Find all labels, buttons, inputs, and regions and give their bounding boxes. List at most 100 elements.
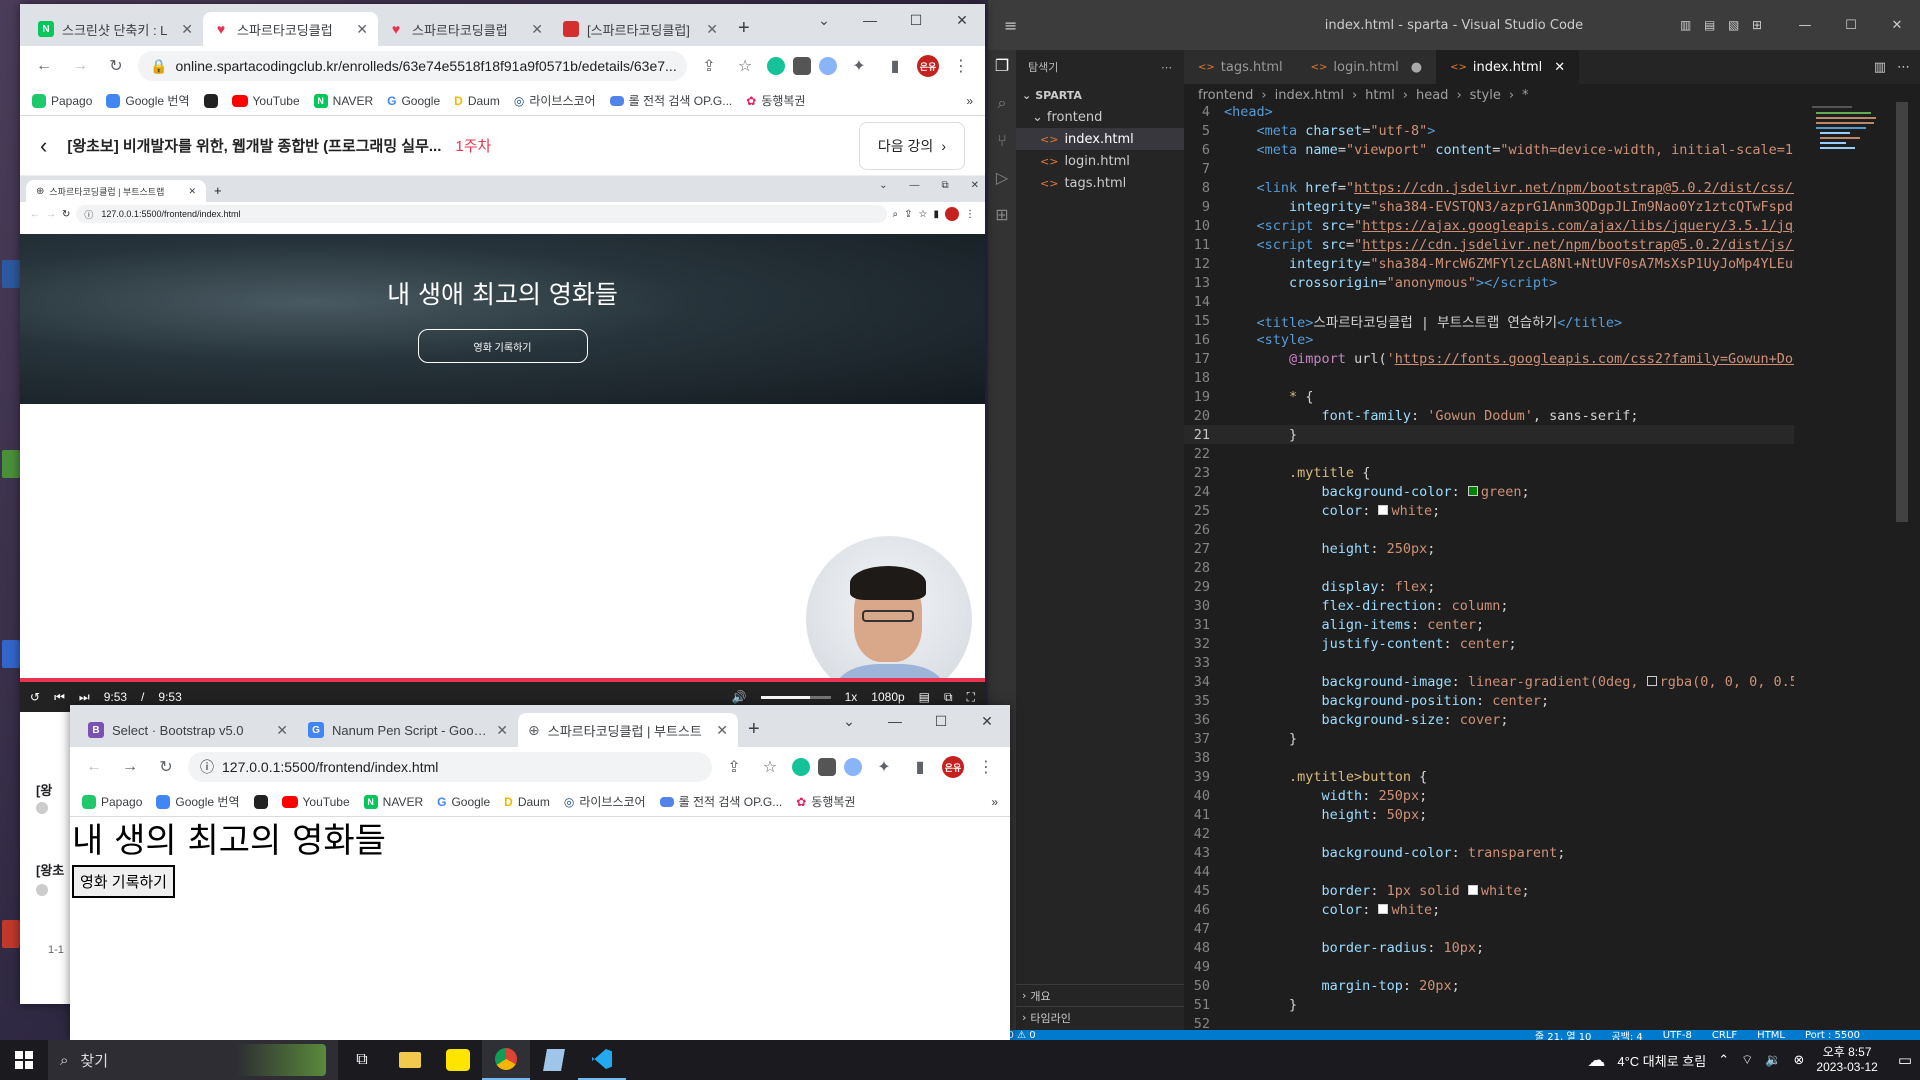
chrome-taskbar-icon[interactable]	[482, 1040, 530, 1080]
bookmark-livescore[interactable]: ◎ 라이브스코어	[514, 92, 596, 109]
next-lecture-button[interactable]: 다음 강의 ›	[858, 122, 965, 170]
extension-icon[interactable]	[844, 758, 862, 776]
code-line[interactable]: 27 height: 250px;	[1184, 539, 1794, 558]
kakaotalk-icon[interactable]	[434, 1049, 482, 1071]
code-line[interactable]: 30 flex-direction: column;	[1184, 596, 1794, 615]
network-icon[interactable]: ⌔	[1741, 1052, 1753, 1068]
bookmark-opgg[interactable]: 롤 전적 검색 OP.G...	[659, 793, 782, 810]
share-icon[interactable]: ⇪	[695, 52, 723, 80]
bookmark-unnamed[interactable]	[253, 794, 268, 809]
ime-icon[interactable]: ⊗	[1794, 1052, 1805, 1068]
tab-search-icon[interactable]: ⌄	[801, 4, 847, 36]
language-status[interactable]: HTML	[1757, 1030, 1785, 1040]
code-line[interactable]: 11 <script src="https://cdn.jsdelivr.net…	[1184, 235, 1794, 254]
kebab-menu-icon[interactable]: ⋮	[947, 52, 975, 80]
profile-avatar[interactable]: 은유	[917, 55, 939, 77]
sidepanel-icon[interactable]: ▮	[881, 52, 909, 80]
code-line[interactable]: 19 * {	[1184, 387, 1794, 406]
reload-icon[interactable]: ↻	[102, 52, 130, 80]
grammarly-icon[interactable]	[792, 758, 810, 776]
back-arrow-icon[interactable]: ‹	[40, 133, 47, 159]
bookmark-youtube[interactable]: YouTube	[231, 94, 300, 108]
run-debug-icon[interactable]: ▷	[988, 168, 1016, 187]
volume-icon[interactable]: 🔉	[1765, 1052, 1781, 1068]
task-view-icon[interactable]: ⧉	[338, 1051, 386, 1069]
close-button[interactable]: ✕	[1874, 18, 1920, 33]
code-line[interactable]: 24 background-color: green;	[1184, 482, 1794, 501]
bookmark-livescore[interactable]: ◎ 라이브스코어	[564, 793, 646, 810]
new-tab-button[interactable]: +	[728, 17, 760, 46]
panel-toggle-icon[interactable]: ▤	[1704, 18, 1728, 32]
code-line[interactable]: 49	[1184, 957, 1794, 976]
split-editor-icon[interactable]: ▥	[1874, 60, 1886, 75]
bookmark-google-translate[interactable]: Google 번역	[106, 92, 190, 109]
browser-tab[interactable]: N 스크린샷 단축키 : L ✕	[28, 12, 203, 46]
layout-toggle-icon[interactable]: ▥	[1680, 18, 1704, 32]
code-line[interactable]: 16 <style>	[1184, 330, 1794, 349]
breadcrumb-item[interactable]: html	[1365, 88, 1395, 103]
bookmark-lotto[interactable]: ✿ 동행복권	[796, 793, 855, 810]
browser-tab[interactable]: G Nanum Pen Script - Google ✕	[298, 713, 518, 747]
breadcrumb-item[interactable]: *	[1522, 88, 1529, 103]
bookmark-daum[interactable]: D Daum	[454, 94, 500, 108]
code-line[interactable]: 40 width: 250px;	[1184, 786, 1794, 805]
code-line[interactable]: 20 font-family: 'Gowun Dodum', sans-seri…	[1184, 406, 1794, 425]
code-line[interactable]: 47	[1184, 919, 1794, 938]
close-tab-icon[interactable]: ✕	[706, 21, 718, 38]
tab-tags-html[interactable]: <> tags.html	[1184, 50, 1297, 84]
lecture-item[interactable]: 1-1	[48, 944, 64, 956]
browser-tab[interactable]: [스파르타코딩클럽] ✕	[553, 12, 728, 46]
code-line[interactable]: 44	[1184, 862, 1794, 881]
browser-tab[interactable]: ♥ 스파르타코딩클럽 ✕	[378, 12, 553, 46]
code-line[interactable]: 7	[1184, 159, 1794, 178]
editor-scrollbar[interactable]	[1896, 102, 1908, 522]
chevron-up-icon[interactable]: ⌃	[1718, 1052, 1729, 1068]
fullscreen-icon[interactable]: ⛶	[967, 690, 975, 705]
tab-search-icon[interactable]: ⌄	[826, 705, 872, 737]
close-tab-icon[interactable]: ✕	[496, 722, 508, 739]
code-line[interactable]: 48 border-radius: 10px;	[1184, 938, 1794, 957]
replay-icon[interactable]: ↺	[30, 690, 40, 704]
volume-slider[interactable]	[760, 695, 831, 699]
indentation-status[interactable]: 공백: 4	[1611, 1030, 1642, 1041]
bookmark-lotto[interactable]: ✿ 동행복권	[746, 92, 805, 109]
desktop-icon[interactable]	[2, 260, 20, 288]
notification-icon[interactable]: ▭	[1898, 1051, 1912, 1069]
sidebar-toggle-icon[interactable]: ▧	[1728, 18, 1752, 32]
pip-icon[interactable]: ⧉	[944, 690, 953, 705]
minimize-button[interactable]: —	[1782, 18, 1828, 33]
folder-frontend[interactable]: ⌄ frontend	[1016, 106, 1184, 128]
code-line[interactable]: 17 @import url('https://fonts.googleapis…	[1184, 349, 1794, 368]
maximize-button[interactable]: ☐	[918, 705, 964, 737]
code-editor[interactable]: 4 <head> 5 <meta charset="utf-8"> 6 <meta n…	[1184, 102, 1794, 1030]
puzzle-icon[interactable]: ✦	[845, 52, 873, 80]
code-line[interactable]: 36 background-size: cover;	[1184, 710, 1794, 729]
more-actions-icon[interactable]: ⋯	[1161, 61, 1172, 74]
close-tab-icon[interactable]: ✕	[716, 722, 728, 739]
code-line[interactable]: 22	[1184, 444, 1794, 463]
code-line[interactable]: 37 }	[1184, 729, 1794, 748]
code-line[interactable]: 50 margin-top: 20px;	[1184, 976, 1794, 995]
puzzle-icon[interactable]: ✦	[870, 753, 898, 781]
browser-tab[interactable]: B Select · Bootstrap v5.0 ✕	[78, 713, 298, 747]
code-line[interactable]: 42	[1184, 824, 1794, 843]
maximize-button[interactable]: ☐	[1828, 18, 1874, 33]
back-icon[interactable]: ←	[30, 52, 58, 80]
profile-avatar[interactable]: 은유	[942, 756, 964, 778]
forward-icon[interactable]: →	[116, 753, 144, 781]
previous-icon[interactable]: ⏮	[54, 690, 65, 705]
share-icon[interactable]: ⇪	[720, 753, 748, 781]
forward-icon[interactable]: →	[66, 52, 94, 80]
file-explorer-icon[interactable]	[386, 1052, 434, 1068]
code-line[interactable]: 45 border: 1px solid white;	[1184, 881, 1794, 900]
code-line[interactable]: 33	[1184, 653, 1794, 672]
code-line[interactable]: 15 <title>스파르타코딩클럽 | 부트스트랩 연습하기</title>	[1184, 311, 1794, 331]
tab-login-html[interactable]: <> login.html ●	[1296, 50, 1437, 84]
grammarly-icon[interactable]	[767, 57, 785, 75]
source-control-icon[interactable]: ⑂	[988, 131, 1016, 150]
menu-icon[interactable]: ≡	[1004, 16, 1017, 35]
close-tab-icon[interactable]: ✕	[531, 21, 543, 38]
address-bar[interactable]: 🔒 online.spartacodingclub.kr/enrolleds/6…	[138, 51, 687, 81]
bookmark-star-icon[interactable]: ☆	[756, 753, 784, 781]
minimize-button[interactable]: —	[847, 4, 893, 36]
